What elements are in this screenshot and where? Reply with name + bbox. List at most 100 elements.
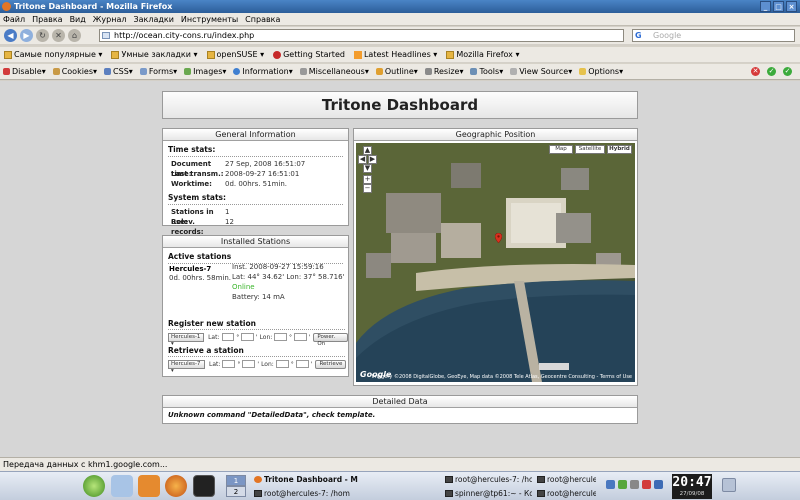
menu-help[interactable]: Справка <box>245 15 280 24</box>
task-tritone-dashboard[interactable]: Tritone Dashboard - M <box>253 473 441 486</box>
devbar-miscellaneous[interactable]: Miscellaneous ▾ <box>299 67 369 76</box>
reload-button[interactable]: ↻ <box>36 29 49 42</box>
start-menu-icon[interactable] <box>83 475 105 497</box>
source-icon <box>510 68 518 75</box>
status-bar: Передача данных с khm1.google.com... <box>0 457 800 471</box>
pan-up-icon[interactable]: ▲ <box>363 146 372 155</box>
devbar-css[interactable]: CSS ▾ <box>104 67 133 76</box>
back-button[interactable]: ◀ <box>4 29 17 42</box>
devbar-view-source[interactable]: View Source ▾ <box>510 67 572 76</box>
stop-button[interactable]: ✕ <box>52 29 65 42</box>
google-search-icon: G <box>635 31 642 40</box>
bookmark-mozilla-firefox[interactable]: Mozilla Firefox ▾ <box>446 50 519 59</box>
zoom-in-icon[interactable]: + <box>363 175 372 184</box>
css-valid-icon[interactable]: ✓ <box>767 67 776 76</box>
bookmark-most-visited[interactable]: Самые популярные ▾ <box>4 50 102 59</box>
devbar-options[interactable]: Options ▾ <box>579 67 623 76</box>
register-lat-min-input[interactable] <box>241 333 254 341</box>
bookmark-getting-started[interactable]: Getting Started <box>273 50 345 59</box>
devbar-images[interactable]: Images ▾ <box>184 67 226 76</box>
satellite-map[interactable]: ▲ ◀ ▶ ▼ + − Map Satellite Hybrid Google … <box>356 143 635 382</box>
active-stations-heading: Active stations <box>168 252 232 261</box>
forms-icon <box>139 68 147 75</box>
map-marker-icon[interactable] <box>495 233 502 243</box>
home-folder-icon[interactable] <box>138 475 160 497</box>
pan-down-icon[interactable]: ▼ <box>363 164 372 173</box>
bookmark-latest-headlines[interactable]: Latest Headlines ▾ <box>353 50 437 59</box>
map-type-satellite[interactable]: Satellite <box>575 145 605 154</box>
update-icon[interactable] <box>642 480 651 489</box>
register-lat-deg-input[interactable] <box>221 333 235 341</box>
js-valid-icon[interactable]: ✓ <box>783 67 792 76</box>
map-type-map[interactable]: Map <box>549 145 573 154</box>
task-terminal[interactable]: root@hercules-7: /hom <box>253 487 441 500</box>
detailed-data-panel: Detailed Data Unknown command "DetailedD… <box>162 395 638 424</box>
stat-row: Last transm.: 2008-09-27 16:51:01 <box>171 170 300 178</box>
menu-history[interactable]: Журнал <box>93 15 127 24</box>
bookmark-smart[interactable]: Умные закладки ▾ <box>111 50 198 59</box>
window-titlebar: Tritone Dashboard - Mozilla Firefox _ □ … <box>0 0 800 13</box>
stat-row: Relev. records: 12 <box>171 218 234 236</box>
firefox-launcher-icon[interactable] <box>165 475 187 497</box>
devbar-cookies[interactable]: Cookies ▾ <box>52 67 97 76</box>
retrieve-lon-min-input[interactable] <box>295 360 309 368</box>
url-text: http://ocean.city-cons.ru/index.php <box>114 31 255 40</box>
retrieve-button[interactable]: Retrieve <box>315 359 347 369</box>
station-name[interactable]: Hercules-7 <box>169 265 211 273</box>
panel-title: Installed Stations <box>163 236 348 248</box>
url-bar[interactable]: http://ocean.city-cons.ru/index.php <box>99 29 624 42</box>
desktop-2[interactable]: 2 <box>226 486 246 497</box>
clock[interactable]: 20:47 27/09/08 <box>672 474 712 499</box>
close-button[interactable]: × <box>786 1 797 12</box>
register-lon-deg-input[interactable] <box>274 333 287 341</box>
register-station-select[interactable]: Hercules-1 ▾ <box>168 332 205 347</box>
zoom-out-icon[interactable]: − <box>363 184 372 193</box>
devbar-resize[interactable]: Resize ▾ <box>424 67 463 76</box>
bookmarks-toolbar: Самые популярные ▾ Умные закладки ▾ open… <box>0 46 800 62</box>
task-terminal[interactable]: root@hercules-7: /hom <box>444 473 532 486</box>
desktop-1[interactable]: 1 <box>226 475 246 486</box>
home-button[interactable]: ⌂ <box>68 29 81 42</box>
file-manager-icon[interactable] <box>111 475 133 497</box>
register-lon-min-input[interactable] <box>294 333 307 341</box>
devbar-information[interactable]: Information ▾ <box>233 67 293 76</box>
devbar-disable[interactable]: Disable ▾ <box>3 67 46 76</box>
images-icon <box>184 68 192 75</box>
retrieve-lat-min-input[interactable] <box>242 360 256 368</box>
task-terminal[interactable]: root@hercules-7: /hom <box>536 487 596 500</box>
menu-file[interactable]: Файл <box>3 15 25 24</box>
menu-bookmarks[interactable]: Закладки <box>133 15 173 24</box>
task-terminal[interactable]: spinner@tp61:~ - Конс <box>444 487 532 500</box>
window-title: Tritone Dashboard - Mozilla Firefox <box>14 2 173 11</box>
maximize-button[interactable]: □ <box>773 1 784 12</box>
retrieve-lon-deg-input[interactable] <box>275 360 289 368</box>
devbar-tools[interactable]: Tools ▾ <box>470 67 503 76</box>
forward-button[interactable]: ▶ <box>20 29 33 42</box>
panel-title: Detailed Data <box>163 396 637 408</box>
folder-icon <box>446 50 455 59</box>
register-heading: Register new station <box>168 319 256 328</box>
devbar-outline[interactable]: Outline ▾ <box>375 67 418 76</box>
clipboard-icon[interactable] <box>654 480 663 489</box>
volume-icon[interactable] <box>630 480 639 489</box>
pan-left-icon[interactable]: ◀ <box>358 155 367 164</box>
search-input[interactable]: G Google <box>632 29 795 42</box>
menu-view[interactable]: Вид <box>70 15 86 24</box>
status-badge: Online <box>232 283 255 291</box>
minimize-button[interactable]: _ <box>760 1 771 12</box>
retrieve-station-select[interactable]: Hercules-7 ▾ <box>168 359 205 374</box>
power-on-button[interactable]: Power. On <box>313 332 349 347</box>
error-icon[interactable]: ✕ <box>751 67 760 76</box>
bookmark-opensuse[interactable]: openSUSE ▾ <box>206 50 264 59</box>
map-type-hybrid[interactable]: Hybrid <box>607 145 632 154</box>
task-terminal[interactable]: root@hercules-7: /hom <box>536 473 596 486</box>
menu-edit[interactable]: Правка <box>32 15 62 24</box>
pan-right-icon[interactable]: ▶ <box>368 155 377 164</box>
retrieve-lat-deg-input[interactable] <box>222 360 236 368</box>
menu-tools[interactable]: Инструменты <box>181 15 238 24</box>
show-desktop-icon[interactable] <box>722 478 736 492</box>
terminal-launcher-icon[interactable] <box>193 475 215 497</box>
network-icon[interactable] <box>606 480 615 489</box>
devbar-forms[interactable]: Forms ▾ <box>139 67 177 76</box>
battery-icon[interactable] <box>618 480 627 489</box>
